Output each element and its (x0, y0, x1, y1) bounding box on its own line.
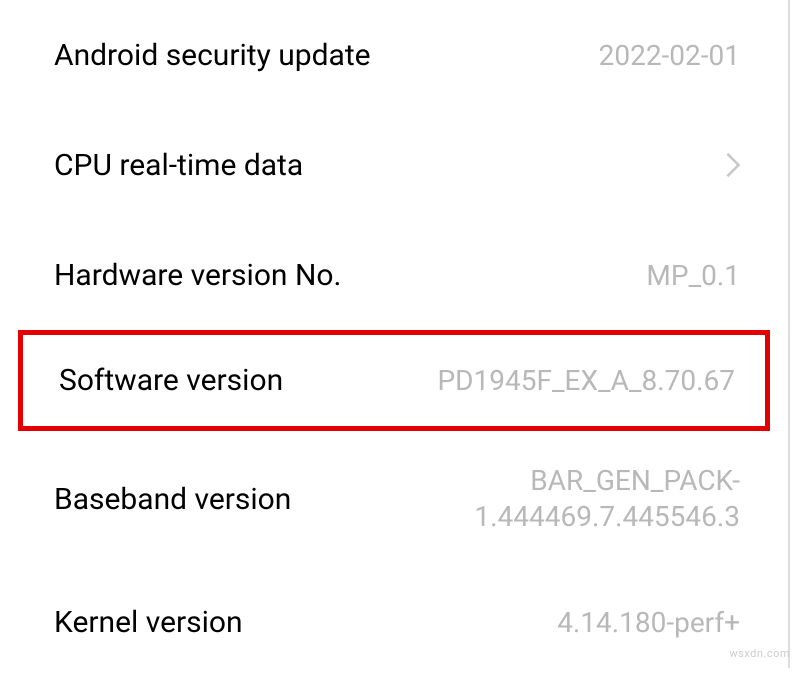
row-cpu-realtime-data[interactable]: CPU real-time data (0, 110, 788, 220)
value-software-version: PD1945F_EX_A_8.70.67 (417, 364, 735, 397)
highlight-software-version: Software version PD1945F_EX_A_8.70.67 (18, 330, 770, 431)
row-kernel-version[interactable]: Kernel version 4.14.180-perf+ (0, 568, 788, 678)
chevron-right-icon (726, 151, 740, 179)
value-kernel-version: 4.14.180-perf+ (537, 606, 740, 639)
row-android-security-update[interactable]: Android security update 2022-02-01 (0, 0, 788, 110)
watermark-text: wsxdn.com (729, 647, 790, 660)
value-baseband-version: BAR_GEN_PACK-1.444469.7.445546.3 (291, 463, 740, 536)
settings-list: Android security update 2022-02-01 CPU r… (0, 0, 790, 668)
label-cpu-realtime-data: CPU real-time data (54, 148, 303, 183)
row-software-version[interactable]: Software version PD1945F_EX_A_8.70.67 (23, 335, 765, 426)
row-baseband-version[interactable]: Baseband version BAR_GEN_PACK-1.444469.7… (0, 431, 788, 568)
row-hardware-version[interactable]: Hardware version No. MP_0.1 (0, 220, 788, 330)
label-android-security-update: Android security update (54, 38, 371, 73)
label-baseband-version: Baseband version (54, 482, 291, 517)
label-hardware-version: Hardware version No. (54, 258, 341, 293)
label-kernel-version: Kernel version (54, 605, 243, 640)
value-hardware-version: MP_0.1 (626, 259, 740, 292)
value-android-security-update: 2022-02-01 (579, 39, 740, 72)
label-software-version: Software version (59, 363, 283, 398)
